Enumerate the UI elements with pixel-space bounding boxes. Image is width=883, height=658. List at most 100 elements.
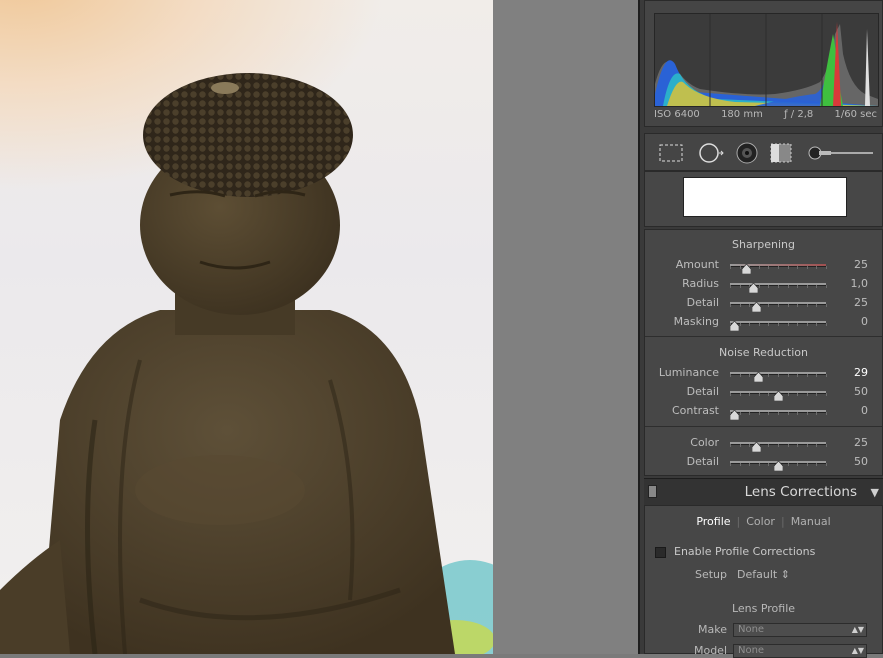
slider-tick xyxy=(826,323,827,326)
model-select-value: None xyxy=(738,645,765,656)
slider-thumb[interactable] xyxy=(729,316,740,332)
exif-info: ISO 6400 180 mm ƒ / 2,8 1/60 sec xyxy=(654,109,877,120)
slider-tick xyxy=(768,393,770,396)
slider-label: Detail xyxy=(686,385,719,398)
slider-tick xyxy=(768,463,770,466)
detail-preview-window[interactable] xyxy=(683,177,847,217)
slider-tick xyxy=(768,374,770,377)
sharpening-heading: Sharpening xyxy=(732,238,795,251)
slider-tick xyxy=(826,412,827,415)
slider-label: Masking xyxy=(673,315,719,328)
graduated-filter-icon[interactable] xyxy=(767,141,795,165)
slider-label: Radius xyxy=(682,277,719,290)
photo-canvas[interactable] xyxy=(0,0,493,654)
slider-tick xyxy=(730,285,731,288)
noise-reduction-heading: Noise Reduction xyxy=(719,346,808,359)
slider-value[interactable]: 0 xyxy=(861,315,868,328)
slider-thumb[interactable] xyxy=(741,259,752,275)
slider-tick xyxy=(806,374,808,377)
slider-tick xyxy=(806,323,808,326)
histogram-graph[interactable] xyxy=(654,13,879,107)
slider-tick xyxy=(797,393,799,396)
panel-switch-toggle[interactable] xyxy=(648,485,657,498)
slider-tick xyxy=(816,412,818,415)
slider-tick xyxy=(749,463,751,466)
slider-tick xyxy=(806,444,808,447)
model-select[interactable]: None ▲▼ xyxy=(733,644,867,658)
adjustment-brush-icon[interactable] xyxy=(805,141,875,165)
slider-value[interactable]: 0 xyxy=(861,404,868,417)
slider-tick xyxy=(826,393,827,396)
model-label: Model xyxy=(693,644,727,657)
make-select[interactable]: None ▲▼ xyxy=(733,623,867,637)
slider-tick xyxy=(816,266,818,269)
lens-profile-heading: Lens Profile xyxy=(731,602,796,615)
slider-tick xyxy=(797,285,799,288)
slider-tick xyxy=(739,393,741,396)
slider-tick xyxy=(739,266,741,269)
slider-tick xyxy=(826,285,827,288)
slider-tick xyxy=(758,463,760,466)
slider-tick xyxy=(739,463,741,466)
slider-tick xyxy=(787,323,789,326)
slider-tick xyxy=(730,266,731,269)
slider-value[interactable]: 25 xyxy=(854,296,868,309)
lens-corrections-tabs: Profile | Color | Manual xyxy=(645,515,882,528)
slider-tick xyxy=(778,444,779,447)
slider-thumb[interactable] xyxy=(752,297,762,313)
slider-tick xyxy=(787,444,789,447)
slider-tick xyxy=(749,444,751,447)
slider-tick xyxy=(749,374,751,377)
tab-color[interactable]: Color xyxy=(740,515,781,528)
slider-tick xyxy=(797,304,799,307)
slider-thumb[interactable] xyxy=(729,405,740,421)
slider-tick xyxy=(778,412,779,415)
slider-tick xyxy=(816,393,818,396)
slider-value[interactable]: 50 xyxy=(854,455,868,468)
slider-tick xyxy=(768,444,770,447)
slider-tick xyxy=(778,374,779,377)
slider-tick xyxy=(730,463,731,466)
slider-label: Contrast xyxy=(671,404,719,417)
section-divider xyxy=(645,426,882,427)
slider-tick xyxy=(816,285,818,288)
slider-value[interactable]: 29 xyxy=(854,366,868,379)
slider-value[interactable]: 50 xyxy=(854,385,868,398)
red-eye-icon[interactable] xyxy=(733,141,761,165)
slider-value[interactable]: 1,0 xyxy=(851,277,869,290)
tab-manual[interactable]: Manual xyxy=(785,515,837,528)
lens-corrections-title: Lens Corrections xyxy=(744,484,857,500)
slider-label: Color xyxy=(690,436,719,449)
setup-dropdown[interactable]: Default ⇕ xyxy=(737,568,790,581)
slider-thumb[interactable] xyxy=(752,437,762,453)
slider-label: Detail xyxy=(686,296,719,309)
aperture-value: ƒ / 2,8 xyxy=(784,109,814,120)
collapse-triangle-icon[interactable]: ▼ xyxy=(871,486,879,499)
slider-tick xyxy=(787,304,789,307)
slider-tick xyxy=(730,393,731,396)
slider-tick xyxy=(787,463,789,466)
slider-thumb[interactable] xyxy=(773,456,783,472)
crop-overlay-icon[interactable] xyxy=(657,141,685,165)
slider-thumb[interactable] xyxy=(748,278,758,294)
tab-profile[interactable]: Profile xyxy=(690,515,736,528)
updown-arrows-icon: ▲▼ xyxy=(851,625,864,634)
slider-tick xyxy=(749,323,751,326)
slider-tick xyxy=(758,285,760,288)
slider-value[interactable]: 25 xyxy=(854,436,868,449)
spot-removal-icon[interactable] xyxy=(697,141,725,165)
slider-tick xyxy=(730,374,731,377)
buddha-statue-image xyxy=(0,73,493,654)
slider-tick xyxy=(797,444,799,447)
slider-thumb[interactable] xyxy=(773,386,783,402)
enable-profile-corrections-checkbox[interactable] xyxy=(655,547,666,558)
slider-thumb[interactable] xyxy=(753,367,764,383)
iso-value: ISO 6400 xyxy=(654,109,700,120)
lens-corrections-header[interactable]: Lens Corrections ▼ xyxy=(644,478,883,505)
nr-color-detail-row: Detail 50 xyxy=(645,453,882,472)
sharpening-radius-row: Radius 1,0 xyxy=(645,275,882,294)
slider-tick xyxy=(806,304,808,307)
slider-tick xyxy=(778,266,779,269)
slider-value[interactable]: 25 xyxy=(854,258,868,271)
nr-color-row: Color 25 xyxy=(645,434,882,453)
